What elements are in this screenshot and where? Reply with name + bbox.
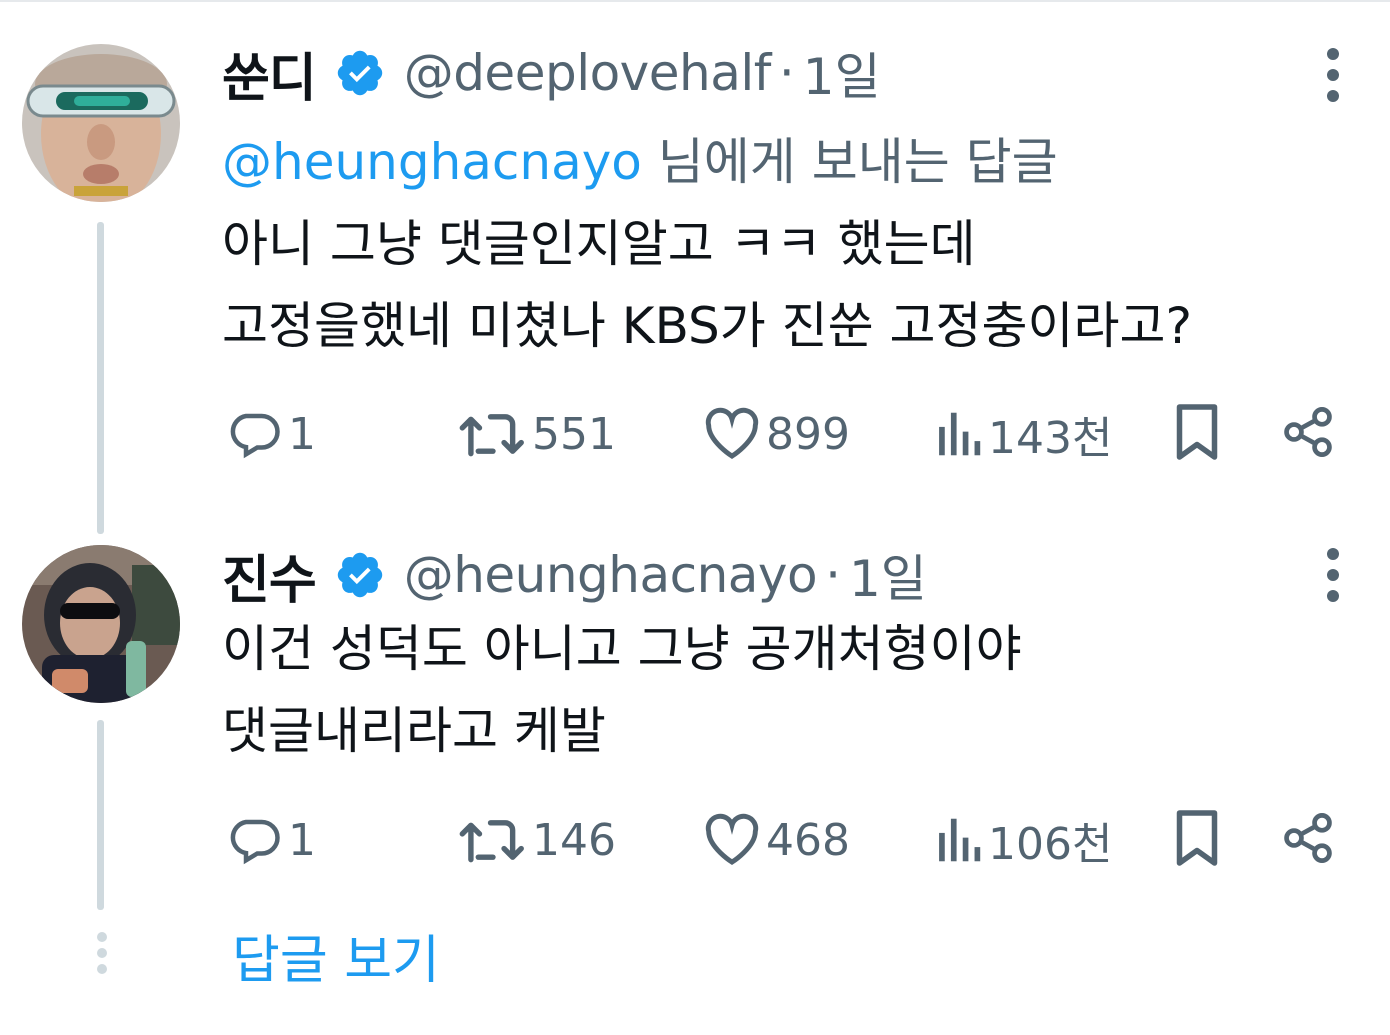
tweet-text: 이건 성덕도 아니고 그냥 공개처형이야 댓글내리라고 케발 xyxy=(222,608,1022,772)
more-options-icon[interactable] xyxy=(1316,40,1350,110)
top-divider xyxy=(0,0,1390,2)
reply-to-suffix: 님에게 보내는 답글 xyxy=(641,133,1058,191)
tweet-text-line: 이건 성덕도 아니고 그냥 공개처형이야 xyxy=(222,620,1022,678)
tweet-text-line: 고정을했네 미쳤나 KBS가 진쑨 고정충이라고? xyxy=(222,297,1193,355)
display-name[interactable]: 진수 xyxy=(222,538,317,613)
share-icon[interactable] xyxy=(1280,808,1336,868)
verified-badge-icon[interactable] xyxy=(334,47,386,99)
like-count: 468 xyxy=(766,814,850,866)
bookmark-icon[interactable] xyxy=(1170,402,1224,462)
more-options-icon[interactable] xyxy=(1316,540,1350,610)
retweet-icon xyxy=(459,414,524,457)
timestamp[interactable]: 1일 xyxy=(803,37,881,109)
thread-connector-line xyxy=(97,222,104,534)
timestamp[interactable]: 1일 xyxy=(849,539,927,611)
avatar[interactable] xyxy=(22,545,180,703)
view-count: 143천 xyxy=(988,413,1113,464)
retweet-count: 146 xyxy=(532,814,616,866)
tweet-header: 진수 @heunghacnayo · 1일 xyxy=(222,538,927,613)
like-count: 899 xyxy=(766,408,850,460)
view-count: 106천 xyxy=(988,819,1113,870)
retweet-count: 551 xyxy=(532,408,616,460)
retweet-button[interactable]: 551 xyxy=(458,404,616,464)
retweet-button[interactable]: 146 xyxy=(458,810,616,870)
reply-icon xyxy=(230,413,280,459)
reply-icon xyxy=(230,819,280,865)
reply-count: 1 xyxy=(288,814,316,866)
mention-link[interactable]: @heunghacnayo xyxy=(222,133,642,191)
thread-continuation-dots-icon xyxy=(97,932,107,974)
bookmark-icon[interactable] xyxy=(1170,808,1224,868)
views-chart-icon xyxy=(939,412,981,456)
views-chart-icon xyxy=(939,818,981,862)
user-handle[interactable]: @heunghacnayo xyxy=(404,546,818,604)
tweet-header: 쑨디 @deeplovehalf · 1일 xyxy=(222,36,881,111)
separator-dot: · xyxy=(825,546,841,604)
reply-count: 1 xyxy=(288,408,316,460)
display-name[interactable]: 쑨디 xyxy=(222,36,317,111)
reply-button[interactable]: 1 xyxy=(226,810,316,870)
reply-button[interactable]: 1 xyxy=(226,404,316,464)
retweet-icon xyxy=(459,820,524,863)
views-button[interactable]: 106천 xyxy=(932,810,1112,870)
verified-badge-icon[interactable] xyxy=(334,549,386,601)
tweet-text: 아니 그냥 댓글인지알고 ㅋㅋ 했는데 고정을했네 미쳤나 KBS가 진쑨 고정… xyxy=(222,203,1192,367)
heart-icon xyxy=(705,407,759,459)
tweet-text-line: 댓글내리라고 케발 xyxy=(222,702,606,760)
heart-icon xyxy=(705,813,759,865)
tweet-text-line: 아니 그냥 댓글인지알고 ㅋㅋ 했는데 xyxy=(222,215,976,273)
share-icon[interactable] xyxy=(1280,402,1336,462)
show-replies-link[interactable]: 답글 보기 xyxy=(232,918,440,993)
user-handle[interactable]: @deeplovehalf xyxy=(404,44,772,102)
like-button[interactable]: 899 xyxy=(702,404,850,464)
avatar[interactable] xyxy=(22,44,180,202)
thread-connector-line xyxy=(97,720,104,910)
like-button[interactable]: 468 xyxy=(702,810,850,870)
views-button[interactable]: 143천 xyxy=(932,404,1112,464)
replying-to: @heunghacnayo 님에게 보내는 답글 xyxy=(222,122,1058,194)
separator-dot: · xyxy=(778,44,795,102)
